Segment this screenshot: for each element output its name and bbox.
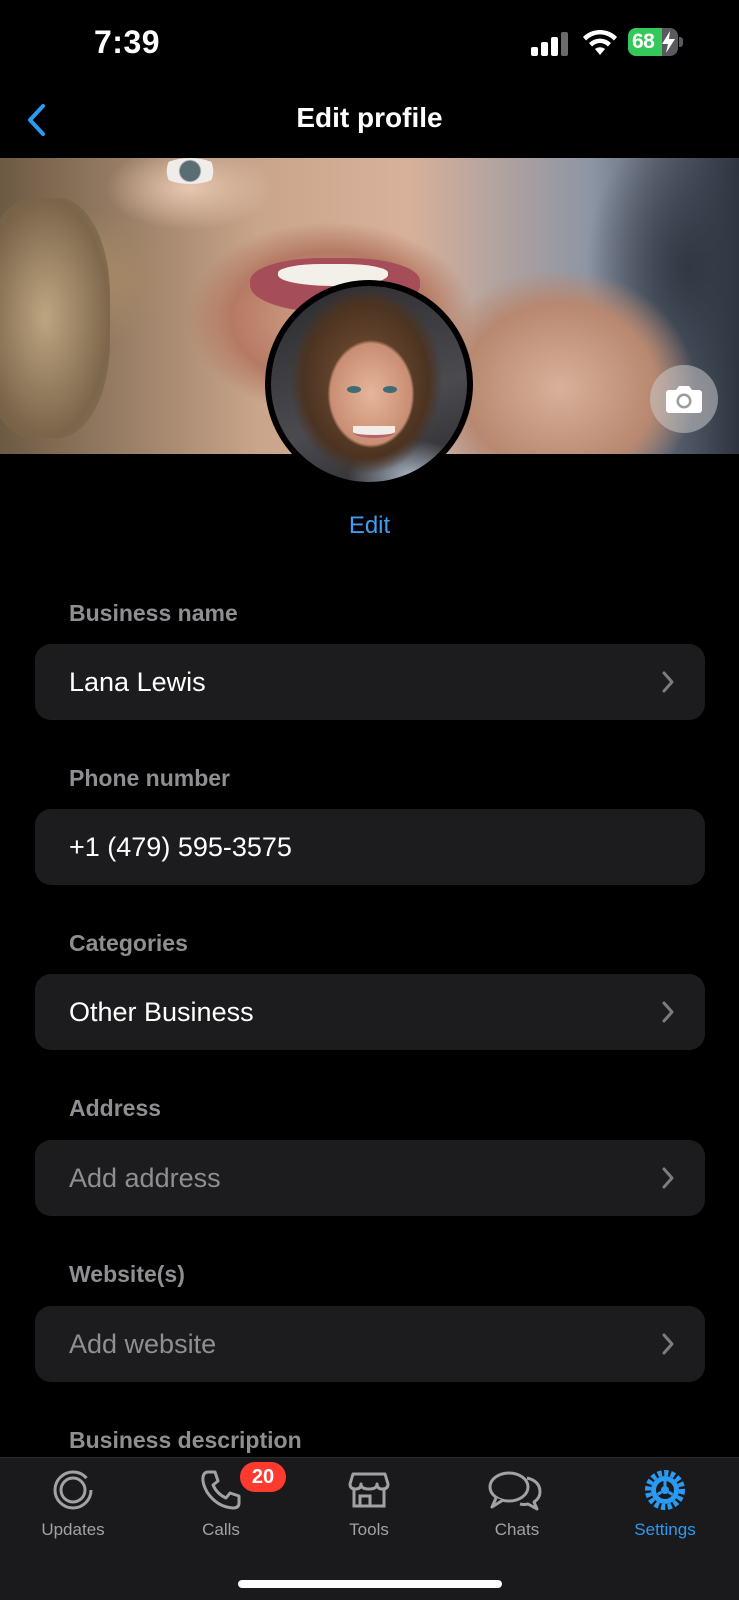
updates-icon <box>53 1470 93 1510</box>
edit-photo-link[interactable]: Edit <box>0 512 739 540</box>
tab-label: Updates <box>41 1520 105 1539</box>
categories-value: Other Business <box>69 996 254 1027</box>
nav-header: Edit profile <box>0 88 739 158</box>
profile-photo[interactable] <box>265 280 473 488</box>
chevron-right-icon <box>662 671 674 693</box>
address-field[interactable]: Add address <box>35 1140 705 1216</box>
chevron-right-icon <box>662 1333 674 1355</box>
tab-label: Calls <box>202 1520 240 1539</box>
edit-profile-screen: 7:39 68 Edit profile Edit Business name … <box>0 0 739 1600</box>
phone-number-field: +1 (479) 595-3575 <box>35 809 705 885</box>
tab-label: Chats <box>494 1520 540 1539</box>
battery-indicator: 68 <box>628 28 684 56</box>
change-cover-button[interactable] <box>650 365 718 433</box>
tab-label: Settings <box>634 1520 696 1539</box>
tab-bar: Updates Calls 20 Tools Chats Settings <box>0 1457 739 1600</box>
tab-updates[interactable]: Updates <box>13 1468 133 1548</box>
chevron-right-icon <box>662 1167 674 1189</box>
missed-calls-badge: 20 <box>240 1462 286 1492</box>
tab-tools[interactable]: Tools <box>309 1468 429 1548</box>
websites-label: Website(s) <box>69 1261 185 1287</box>
phone-number-label: Phone number <box>69 765 231 791</box>
tab-chats[interactable]: Chats <box>457 1468 577 1548</box>
home-indicator <box>238 1580 502 1588</box>
chevron-right-icon <box>662 1001 674 1023</box>
battery-percent: 68 <box>632 30 655 53</box>
tab-settings[interactable]: Settings <box>605 1468 725 1548</box>
page-title: Edit profile <box>296 102 443 133</box>
business-name-value: Lana Lewis <box>69 666 206 697</box>
gear-icon <box>645 1470 685 1510</box>
storefront-icon <box>348 1472 390 1508</box>
tab-label: Tools <box>349 1520 389 1539</box>
wifi-icon <box>583 29 617 55</box>
charging-bolt-icon <box>662 31 675 53</box>
address-placeholder: Add address <box>69 1162 221 1193</box>
website-placeholder: Add website <box>69 1328 217 1359</box>
camera-icon <box>666 386 702 413</box>
phone-icon <box>201 1470 241 1510</box>
status-bar: 7:39 68 <box>0 0 739 88</box>
business-name-field[interactable]: Lana Lewis <box>35 644 705 720</box>
status-time: 7:39 <box>94 24 161 60</box>
categories-field[interactable]: Other Business <box>35 974 705 1050</box>
avatar <box>271 286 467 482</box>
business-description-label: Business description <box>69 1427 302 1453</box>
cellular-signal-icon <box>531 32 568 56</box>
chat-bubbles-icon <box>488 1471 542 1511</box>
website-field[interactable]: Add website <box>35 1306 705 1382</box>
categories-label: Categories <box>69 930 188 956</box>
business-name-label: Business name <box>69 600 238 626</box>
address-label: Address <box>69 1095 162 1121</box>
phone-number-value: +1 (479) 595-3575 <box>69 831 292 862</box>
